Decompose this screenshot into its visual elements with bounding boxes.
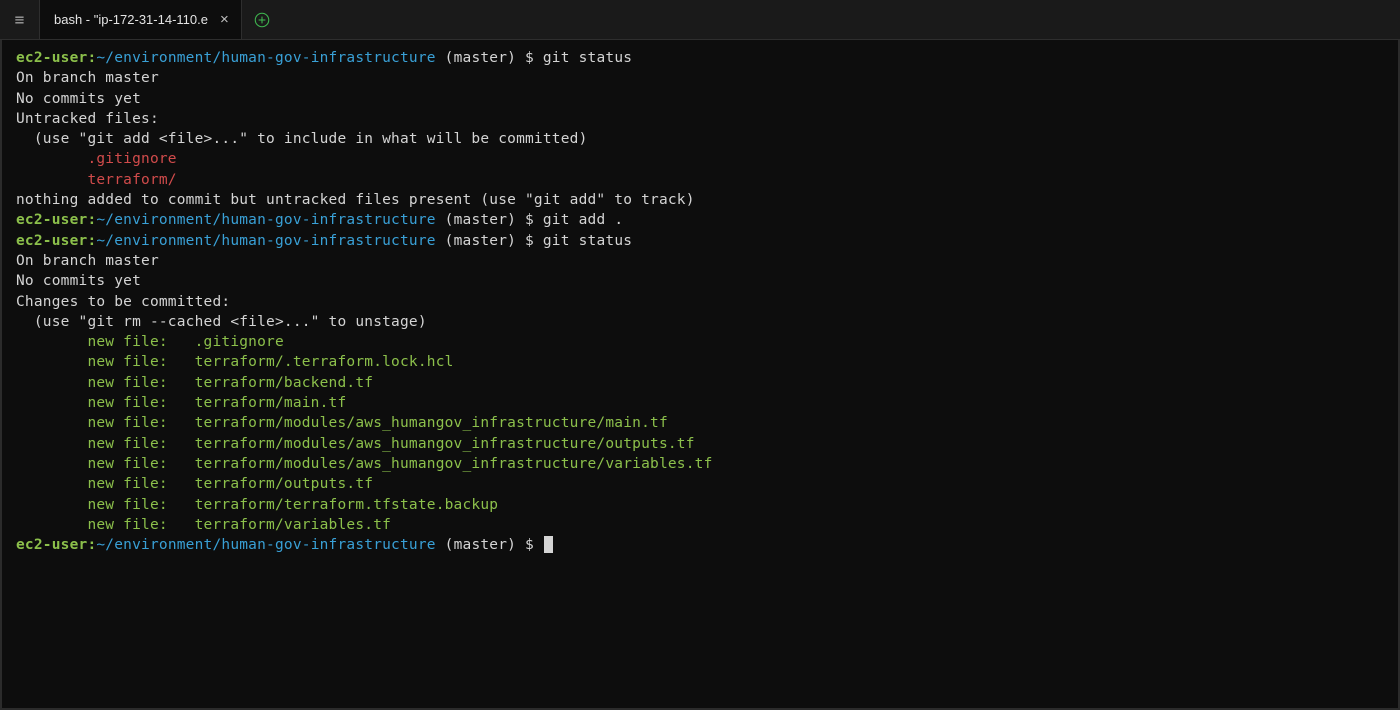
terminal-text: ec2-user: bbox=[16, 50, 96, 66]
terminal-line: (use "git rm --cached <file>..." to unst… bbox=[16, 312, 1384, 332]
terminal-text: Changes to be committed: bbox=[16, 294, 230, 310]
terminal-line: Untracked files: bbox=[16, 109, 1384, 129]
tab-bar: ≡ bash - "ip-172-31-14-110.e × bbox=[0, 0, 1400, 40]
terminal-line: new file: terraform/modules/aws_humangov… bbox=[16, 413, 1384, 433]
terminal-line: new file: terraform/.terraform.lock.hcl bbox=[16, 352, 1384, 372]
plus-icon bbox=[253, 11, 271, 29]
terminal-line: new file: terraform/modules/aws_humangov… bbox=[16, 434, 1384, 454]
terminal-text: new file: .gitignore bbox=[16, 334, 284, 350]
terminal-text: terraform/ bbox=[16, 172, 177, 188]
terminal-text: new file: terraform/modules/aws_humangov… bbox=[16, 415, 668, 431]
terminal-line: On branch master bbox=[16, 251, 1384, 271]
terminal-line: .gitignore bbox=[16, 149, 1384, 169]
terminal-line: new file: terraform/variables.tf bbox=[16, 515, 1384, 535]
terminal-text: (use "git add <file>..." to include in w… bbox=[16, 131, 588, 147]
terminal-line: No commits yet bbox=[16, 271, 1384, 291]
terminal-text: Untracked files: bbox=[16, 111, 159, 127]
terminal-text: new file: terraform/modules/aws_humangov… bbox=[16, 436, 695, 452]
terminal-text: (master) $ bbox=[436, 537, 543, 553]
terminal-text: ~/environment/human-gov-infrastructure bbox=[96, 212, 435, 228]
terminal-window: ≡ bash - "ip-172-31-14-110.e × ec2-user:… bbox=[0, 0, 1400, 710]
terminal-line: Changes to be committed: bbox=[16, 292, 1384, 312]
terminal-line: (use "git add <file>..." to include in w… bbox=[16, 129, 1384, 149]
terminal-line: terraform/ bbox=[16, 170, 1384, 190]
close-icon[interactable]: × bbox=[218, 11, 231, 28]
menu-icon: ≡ bbox=[15, 10, 25, 29]
terminal-text: nothing added to commit but untracked fi… bbox=[16, 192, 695, 208]
terminal-text: ~/environment/human-gov-infrastructure bbox=[96, 50, 435, 66]
terminal-text: new file: terraform/terraform.tfstate.ba… bbox=[16, 497, 498, 513]
terminal-text: new file: terraform/modules/aws_humangov… bbox=[16, 456, 713, 472]
tab-bash[interactable]: bash - "ip-172-31-14-110.e × bbox=[40, 0, 242, 39]
terminal-text: On branch master bbox=[16, 253, 159, 269]
terminal-line: ec2-user:~/environment/human-gov-infrast… bbox=[16, 210, 1384, 230]
terminal-line: new file: terraform/modules/aws_humangov… bbox=[16, 454, 1384, 474]
tab-title: bash - "ip-172-31-14-110.e bbox=[54, 12, 208, 27]
terminal-text: new file: terraform/backend.tf bbox=[16, 375, 373, 391]
terminal-line: new file: .gitignore bbox=[16, 332, 1384, 352]
terminal-text: On branch master bbox=[16, 70, 159, 86]
new-tab-button[interactable] bbox=[242, 0, 282, 39]
terminal-text: new file: terraform/main.tf bbox=[16, 395, 346, 411]
terminal-text: new file: terraform/.terraform.lock.hcl bbox=[16, 354, 454, 370]
terminal-text: (master) $ git status bbox=[436, 233, 632, 249]
terminal-output[interactable]: ec2-user:~/environment/human-gov-infrast… bbox=[0, 40, 1400, 710]
terminal-text: (use "git rm --cached <file>..." to unst… bbox=[16, 314, 427, 330]
terminal-line: ec2-user:~/environment/human-gov-infrast… bbox=[16, 535, 1384, 555]
terminal-text: No commits yet bbox=[16, 273, 141, 289]
terminal-text: (master) $ git status bbox=[436, 50, 632, 66]
terminal-text: ec2-user: bbox=[16, 233, 96, 249]
terminal-text: No commits yet bbox=[16, 91, 141, 107]
terminal-text: (master) $ git add . bbox=[436, 212, 624, 228]
terminal-text: ~/environment/human-gov-infrastructure bbox=[96, 233, 435, 249]
menu-button[interactable]: ≡ bbox=[0, 0, 40, 39]
terminal-text: ~/environment/human-gov-infrastructure bbox=[96, 537, 435, 553]
terminal-line: No commits yet bbox=[16, 89, 1384, 109]
terminal-line: nothing added to commit but untracked fi… bbox=[16, 190, 1384, 210]
terminal-line: ec2-user:~/environment/human-gov-infrast… bbox=[16, 231, 1384, 251]
terminal-text: ec2-user: bbox=[16, 212, 96, 228]
cursor bbox=[544, 536, 553, 553]
terminal-text: new file: terraform/outputs.tf bbox=[16, 476, 373, 492]
terminal-line: new file: terraform/backend.tf bbox=[16, 373, 1384, 393]
terminal-line: new file: terraform/outputs.tf bbox=[16, 474, 1384, 494]
terminal-text: .gitignore bbox=[16, 151, 177, 167]
terminal-text: ec2-user: bbox=[16, 537, 96, 553]
terminal-line: ec2-user:~/environment/human-gov-infrast… bbox=[16, 48, 1384, 68]
terminal-line: new file: terraform/main.tf bbox=[16, 393, 1384, 413]
terminal-line: On branch master bbox=[16, 68, 1384, 88]
terminal-text: new file: terraform/variables.tf bbox=[16, 517, 391, 533]
terminal-line: new file: terraform/terraform.tfstate.ba… bbox=[16, 495, 1384, 515]
